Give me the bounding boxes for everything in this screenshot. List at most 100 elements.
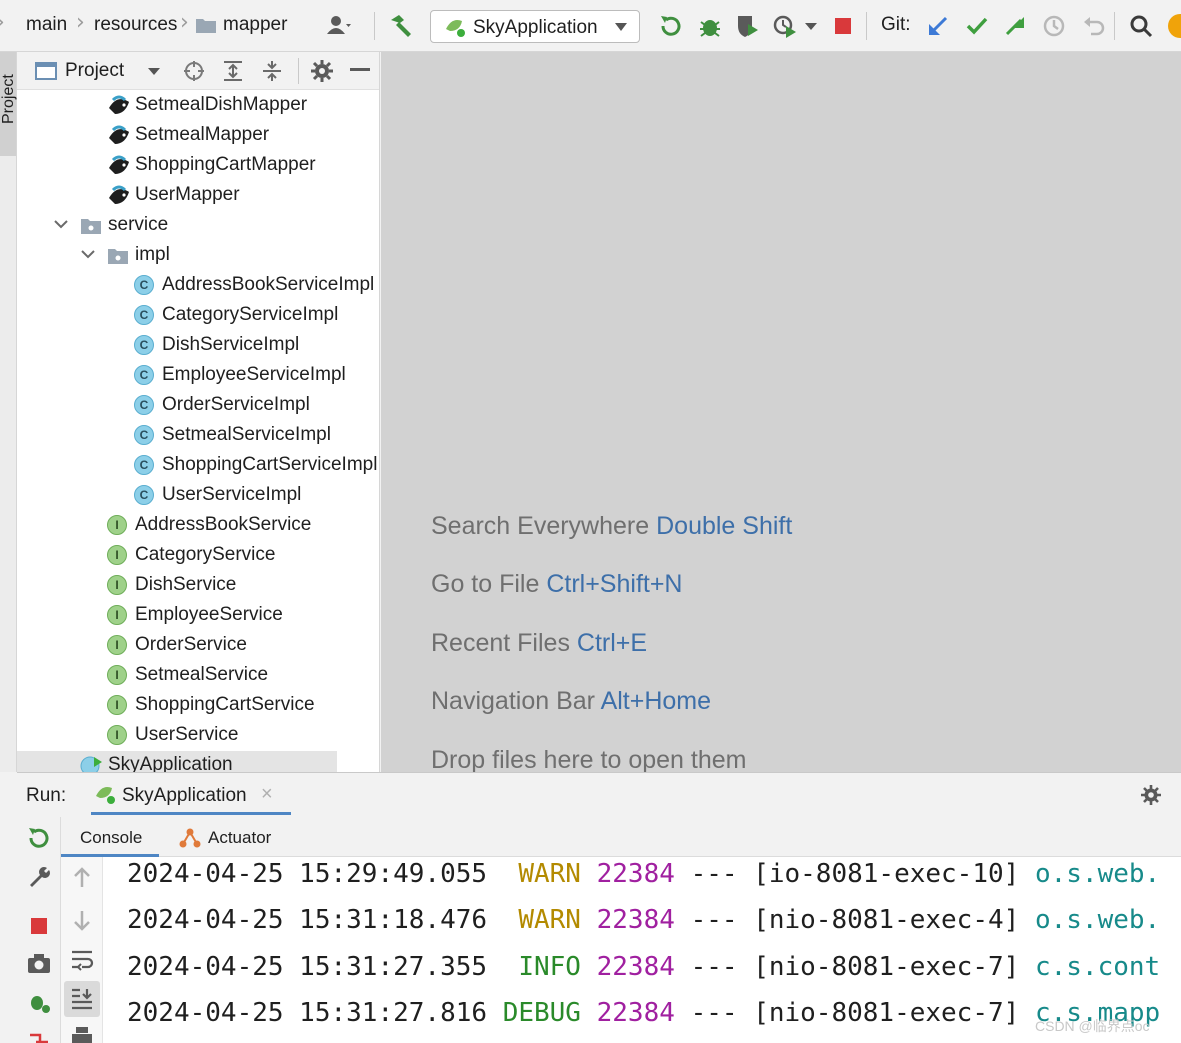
expand-all-icon[interactable] <box>221 59 245 83</box>
breadcrumb-main[interactable]: main <box>26 14 67 36</box>
tree-item-service[interactable]: service <box>17 211 367 241</box>
stop-icon[interactable] <box>26 913 52 939</box>
log-timestamp: 2024-04-25 15:31:27.355 <box>127 952 488 982</box>
soft-wrap-icon[interactable] <box>69 947 95 973</box>
tab-console[interactable]: Console <box>61 817 159 857</box>
user-icon[interactable] <box>324 12 352 40</box>
tree-item-employeeserviceimpl[interactable]: C EmployeeServiceImpl <box>17 361 367 391</box>
breadcrumb-mapper[interactable]: mapper <box>223 14 287 36</box>
log-timestamp: 2024-04-25 15:31:18.476 <box>127 905 488 935</box>
hide-minus-icon[interactable] <box>350 68 370 72</box>
tree-item-setmealservice[interactable]: I SetmealService <box>17 661 367 691</box>
log-thread: [nio-8081-exec-4] <box>753 905 1020 935</box>
tree-item-label: UserServiceImpl <box>162 484 302 505</box>
tree-item-categoryservice[interactable]: I CategoryService <box>17 541 367 571</box>
project-panel: Project SetmealDishMapper SetmealMapper Sh… <box>17 52 380 772</box>
log-separator: --- <box>690 905 738 935</box>
arrow-up-icon[interactable] <box>69 865 95 891</box>
run-configuration-selector[interactable]: SkyApplication <box>430 10 640 43</box>
log-separator: --- <box>690 998 738 1028</box>
breadcrumb-separator: › <box>0 10 5 35</box>
console-output[interactable]: 2024-04-25 15:29:49.055 WARN 22384 --- [… <box>127 859 1181 1043</box>
log-separator: --- <box>690 952 738 982</box>
run-tab-skyapplication[interactable]: SkyApplication × <box>91 773 291 815</box>
breadcrumb-separator: › <box>76 10 85 35</box>
tree-item-label: SetmealDishMapper <box>135 94 308 115</box>
tree-item-label: OrderServiceImpl <box>162 394 310 415</box>
class-icon: C <box>134 305 154 325</box>
wrench-icon[interactable] <box>26 863 52 889</box>
debug-settings-icon[interactable] <box>26 989 52 1015</box>
tree-item-skyapplication[interactable]: SkyApplication <box>17 751 337 772</box>
history-clock-icon[interactable] <box>1040 12 1068 40</box>
scroll-to-end-toggle[interactable] <box>64 981 100 1017</box>
tree-item-dishservice[interactable]: I DishService <box>17 571 367 601</box>
chevron-down-icon[interactable] <box>147 67 161 77</box>
tree-item-setmealmapper[interactable]: SetmealMapper <box>17 121 367 151</box>
chevron-down-icon[interactable] <box>54 217 68 231</box>
toolbar-separator <box>1114 12 1115 40</box>
tree-item-orderservice[interactable]: I OrderService <box>17 631 367 661</box>
tree-item-label: ShoppingCartService <box>135 694 315 715</box>
build-hammer-icon[interactable] <box>387 12 415 40</box>
exit-icon[interactable] <box>26 1029 52 1043</box>
tree-item-shoppingcartservice[interactable]: I ShoppingCartService <box>17 691 367 721</box>
tree-item-dishserviceimpl[interactable]: C DishServiceImpl <box>17 331 367 361</box>
tree-item-shoppingcartserviceimpl[interactable]: C ShoppingCartServiceImpl <box>17 451 377 481</box>
arrow-down-icon[interactable] <box>69 907 95 933</box>
tree-item-shoppingcartmapper[interactable]: ShoppingCartMapper <box>17 151 367 181</box>
profile-icon[interactable] <box>771 12 799 40</box>
tree-item-setmealdishmapper[interactable]: SetmealDishMapper <box>17 91 367 121</box>
camera-icon[interactable] <box>26 951 52 977</box>
log-separator: --- <box>690 859 738 889</box>
hint-search-everywhere: Search Everywhere Double Shift <box>431 512 792 541</box>
rollback-icon[interactable] <box>1080 12 1108 40</box>
debug-bug-icon[interactable] <box>696 12 724 40</box>
tree-item-employeeservice[interactable]: I EmployeeService <box>17 601 367 631</box>
breadcrumb-resources[interactable]: resources <box>94 14 177 36</box>
rerun-icon[interactable] <box>657 12 685 40</box>
tree-item-userservice[interactable]: I UserService <box>17 721 367 751</box>
mybatis-mapper-icon <box>109 125 129 144</box>
git-update-arrow-icon[interactable] <box>924 12 952 40</box>
project-tool-window-tab[interactable]: Project <box>0 52 17 156</box>
tree-item-addressbookserviceimpl[interactable]: C AddressBookServiceImpl <box>17 271 374 301</box>
editor-empty-area[interactable]: Search Everywhere Double Shift Go to Fil… <box>381 52 1181 772</box>
run-sub-tabs: Console Actuator <box>61 817 1181 857</box>
gear-icon[interactable] <box>1140 784 1162 806</box>
tab-console-label: Console <box>80 828 143 847</box>
rerun-icon[interactable] <box>26 825 52 851</box>
tree-item-label: CategoryServiceImpl <box>162 304 339 325</box>
log-pid: 22384 <box>596 952 675 982</box>
tool-window-stripe <box>0 52 17 772</box>
run-actions-toolbar <box>17 817 61 1043</box>
tree-item-impl[interactable]: impl <box>17 241 367 271</box>
interface-icon: I <box>107 545 127 565</box>
update-notification-icon[interactable] <box>1166 13 1181 39</box>
gear-icon[interactable] <box>310 59 334 83</box>
stop-icon[interactable] <box>829 12 857 40</box>
tree-item-userserviceimpl[interactable]: C UserServiceImpl <box>17 481 367 511</box>
tree-item-orderserviceimpl[interactable]: C OrderServiceImpl <box>17 391 367 421</box>
search-icon[interactable] <box>1127 12 1155 40</box>
interface-icon: I <box>107 605 127 625</box>
log-level: WARN <box>502 859 581 889</box>
chevron-down-icon[interactable] <box>804 22 818 32</box>
watermark: CSDN @临界点oc <box>1035 1018 1150 1034</box>
chevron-down-icon[interactable] <box>81 247 95 261</box>
log-line: 2024-04-25 15:31:27.816 DEBUG 22384 --- … <box>127 998 1160 1038</box>
tab-actuator[interactable]: Actuator <box>208 828 271 848</box>
print-icon[interactable] <box>69 1025 95 1043</box>
locate-crosshair-icon[interactable] <box>182 59 206 83</box>
tree-item-usermapper[interactable]: UserMapper <box>17 181 367 211</box>
tree-item-addressbookservice[interactable]: I AddressBookService <box>17 511 367 541</box>
tree-item-setmealserviceimpl[interactable]: C SetmealServiceImpl <box>17 421 367 451</box>
tree-item-categoryserviceimpl[interactable]: C CategoryServiceImpl <box>17 301 367 331</box>
close-icon[interactable]: × <box>261 783 273 806</box>
collapse-all-icon[interactable] <box>260 59 284 83</box>
spring-boot-icon <box>96 787 115 804</box>
log-logger: c.s.cont <box>1034 952 1161 982</box>
git-commit-check-icon[interactable] <box>963 12 991 40</box>
run-with-coverage-icon[interactable] <box>734 12 762 40</box>
git-push-arrow-icon[interactable] <box>1001 12 1029 40</box>
